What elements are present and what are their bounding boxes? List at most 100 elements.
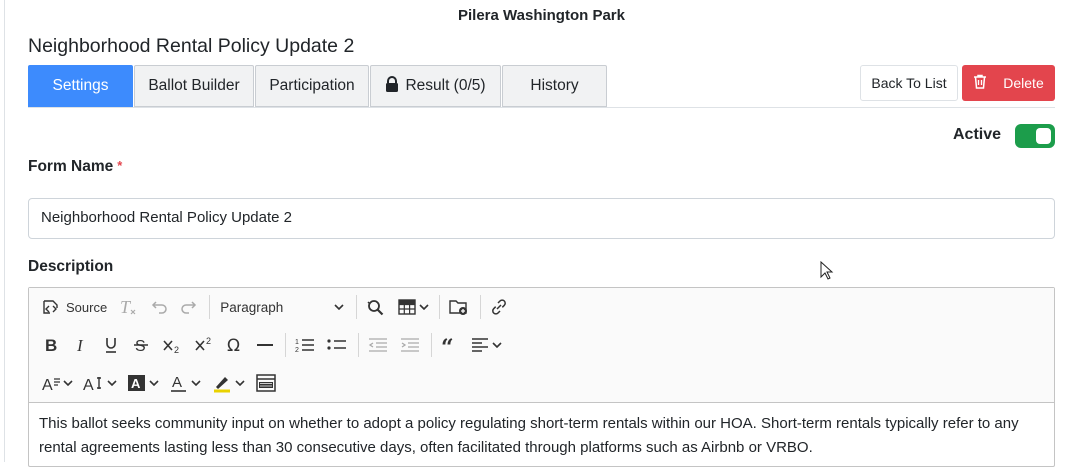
tab-settings-label: Settings: [52, 77, 109, 94]
svg-text:“: “: [441, 335, 454, 355]
toolbar-separator: [209, 295, 211, 319]
remove-format-icon: T: [117, 297, 139, 317]
chevron-down-icon: [149, 380, 159, 386]
tab-bar: Settings Ballot Builder Participation Re…: [28, 65, 608, 107]
special-characters-button[interactable]: Ω: [221, 330, 249, 360]
active-toggle[interactable]: [1015, 124, 1055, 148]
chevron-down-icon: [107, 380, 117, 386]
bulleted-list-icon: [326, 335, 348, 355]
indent-button[interactable]: [395, 330, 425, 360]
form-name-label-text: Form Name: [28, 158, 114, 175]
svg-text:A: A: [131, 376, 141, 391]
omega-icon: Ω: [225, 335, 245, 355]
insert-file-button[interactable]: [444, 292, 474, 322]
chevron-down-icon: [492, 342, 502, 348]
tab-ballot-builder[interactable]: Ballot Builder: [134, 65, 254, 107]
italic-icon: I: [71, 335, 91, 355]
chevron-down-icon: [419, 304, 429, 310]
tab-settings[interactable]: Settings: [28, 65, 133, 107]
horizontal-line-button[interactable]: [251, 330, 279, 360]
background-color-button[interactable]: A: [123, 368, 163, 398]
active-label: Active: [953, 126, 1002, 143]
align-left-icon: [470, 335, 490, 355]
source-icon: [41, 298, 61, 316]
bulleted-list-button[interactable]: [322, 330, 352, 360]
svg-text:Ω: Ω: [227, 336, 240, 355]
tab-ballot-builder-label: Ballot Builder: [148, 77, 240, 94]
remove-format-button[interactable]: T: [113, 292, 143, 322]
back-to-list-label: Back To List: [871, 75, 947, 91]
link-button[interactable]: [485, 292, 513, 322]
tab-participation[interactable]: Participation: [255, 65, 369, 107]
toolbar-separator: [285, 333, 286, 357]
numbered-list-icon: 12: [294, 335, 316, 355]
undo-icon: [149, 297, 169, 317]
tab-result[interactable]: Result (0/5): [370, 65, 501, 107]
blockquote-button[interactable]: “: [436, 330, 464, 360]
chevron-down-icon: [191, 380, 201, 386]
alignment-button[interactable]: [466, 330, 506, 360]
undo-button[interactable]: [145, 292, 173, 322]
tab-result-label: Result (0/5): [405, 77, 486, 94]
mouse-cursor-icon: [820, 260, 834, 286]
highlighter-icon: [211, 373, 233, 393]
form-name-label: Form Name *: [28, 158, 122, 176]
font-color-button[interactable]: A: [165, 368, 205, 398]
paragraph-dropdown[interactable]: Paragraph: [214, 292, 350, 322]
source-label: Source: [66, 299, 108, 315]
redo-icon: [179, 297, 199, 317]
italic-button[interactable]: I: [67, 330, 95, 360]
underline-button[interactable]: [97, 330, 125, 360]
back-to-list-button[interactable]: Back To List: [860, 65, 958, 101]
toolbar-separator: [431, 333, 432, 357]
redo-button[interactable]: [175, 292, 203, 322]
subscript-icon: 2: [161, 335, 183, 355]
tab-history-label: History: [530, 77, 579, 94]
page-left-border: [4, 0, 5, 462]
find-replace-icon: [365, 297, 387, 317]
font-family-icon: A: [41, 373, 61, 393]
underline-icon: [101, 335, 121, 355]
delete-label: Delete: [1003, 75, 1044, 91]
organization-name: Pilera Washington Park: [458, 7, 625, 24]
strikethrough-button[interactable]: S: [127, 330, 155, 360]
source-button[interactable]: Source: [37, 292, 111, 322]
bold-button[interactable]: B: [37, 330, 65, 360]
font-family-button[interactable]: A: [37, 368, 77, 398]
tabs-divider: [28, 107, 1055, 108]
superscript-button[interactable]: 2: [189, 330, 219, 360]
tab-history[interactable]: History: [502, 65, 607, 107]
tab-participation-label: Participation: [269, 77, 355, 94]
find-replace-button[interactable]: [361, 292, 391, 322]
folder-add-icon: [448, 297, 470, 317]
svg-text:A: A: [42, 377, 53, 393]
lock-icon: [385, 75, 405, 97]
toolbar-separator: [439, 295, 441, 319]
outdent-button[interactable]: [363, 330, 393, 360]
horizontal-line-icon: [255, 335, 275, 355]
required-mark: *: [117, 158, 123, 173]
font-size-button[interactable]: A: [79, 368, 121, 398]
font-size-icon: A: [83, 373, 105, 393]
insert-table-button[interactable]: [393, 292, 433, 322]
subscript-button[interactable]: 2: [157, 330, 187, 360]
form-name-input[interactable]: Neighborhood Rental Policy Update 2: [28, 198, 1055, 239]
svg-text:S: S: [135, 338, 146, 355]
rich-text-editor: Source T Paragraph B I S 2 2 Ω 1 2 “ A A…: [28, 287, 1055, 467]
svg-text:2: 2: [295, 347, 299, 354]
html-embed-button[interactable]: [251, 368, 281, 398]
toolbar-row-3: A A A A: [37, 364, 283, 402]
numbered-list-button[interactable]: 12: [290, 330, 320, 360]
strikethrough-icon: S: [131, 335, 151, 355]
svg-text:B: B: [45, 336, 57, 355]
svg-text:2: 2: [174, 345, 179, 355]
svg-text:I: I: [76, 336, 84, 355]
highlight-button[interactable]: [207, 368, 249, 398]
delete-button[interactable]: Delete: [962, 65, 1055, 101]
page-title: Neighborhood Rental Policy Update 2: [28, 35, 355, 57]
editor-content[interactable]: This ballot seeks community input on whe…: [39, 412, 1040, 460]
quote-icon: “: [440, 335, 460, 355]
svg-text:A: A: [83, 377, 94, 393]
svg-text:T: T: [120, 297, 132, 317]
superscript-icon: 2: [193, 335, 215, 355]
